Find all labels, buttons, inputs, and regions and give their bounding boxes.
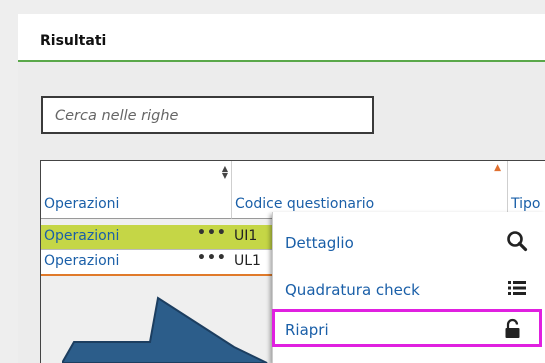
more-actions-button[interactable]: ••• — [197, 225, 227, 241]
questionnaire-code-cell: UL1 — [234, 253, 261, 269]
search-input[interactable] — [55, 108, 372, 124]
operations-link[interactable]: Operazioni — [44, 253, 119, 269]
operations-link[interactable]: Operazioni — [44, 228, 119, 244]
menu-item-label: Quadratura check — [285, 281, 420, 299]
menu-item-label: Dettaglio — [285, 234, 354, 252]
unlock-icon — [505, 318, 520, 338]
column-header-institution-type[interactable]: Tipo Isti — [508, 161, 545, 219]
results-header: Risultati — [18, 14, 545, 62]
menu-item-dettaglio[interactable]: Dettaglio — [273, 220, 545, 264]
search-icon — [507, 231, 528, 252]
sort-ascending-icon[interactable]: ▲ — [494, 163, 501, 173]
menu-item-riapri[interactable]: Riapri — [272, 309, 542, 347]
pointer-arrow — [62, 296, 268, 363]
column-header-questionnaire-code[interactable]: ▲ Codice questionario — [232, 161, 508, 219]
menu-item-label: Riapri — [285, 321, 329, 339]
sort-both-icon[interactable]: ▲ ▼ — [222, 165, 228, 180]
more-actions-button[interactable]: ••• — [197, 250, 227, 266]
column-header-label: Tipo Isti — [511, 196, 545, 212]
column-header-label: Operazioni — [44, 196, 120, 212]
column-header-label: Codice questionario — [235, 196, 375, 212]
questionnaire-code-cell: UI1 — [234, 228, 258, 244]
search-field[interactable] — [41, 96, 374, 134]
page-title: Risultati — [40, 33, 107, 49]
list-icon — [508, 281, 526, 295]
menu-item-quadratura-check[interactable]: Quadratura check — [273, 267, 545, 311]
column-header-operations[interactable]: ▲ ▼ Operazioni — [41, 161, 232, 219]
operations-context-menu: Dettaglio Quadratura check Riapri — [272, 212, 545, 363]
